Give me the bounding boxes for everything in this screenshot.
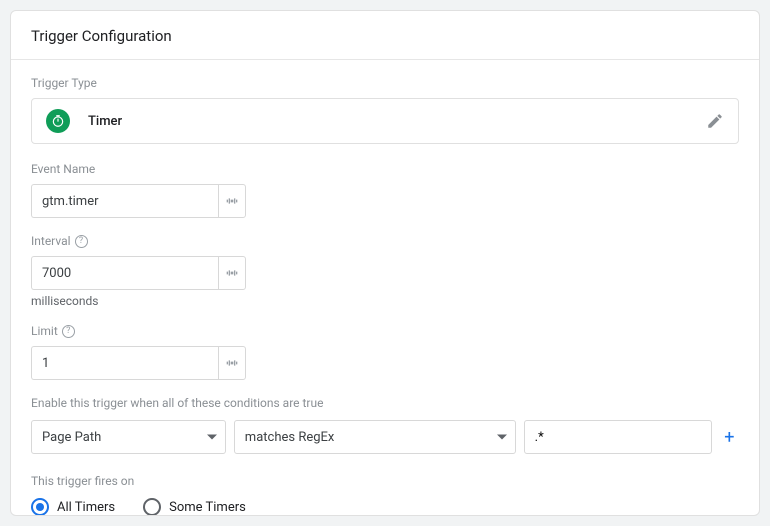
conditions-label: Enable this trigger when all of these co… <box>31 396 739 410</box>
trigger-type-label: Trigger Type <box>31 76 739 90</box>
fires-on-label: This trigger fires on <box>31 474 739 488</box>
limit-group: Limit ? <box>31 324 739 380</box>
interval-input[interactable] <box>31 256 218 290</box>
interval-variable-button[interactable] <box>218 256 246 290</box>
limit-label: Limit ? <box>31 324 739 338</box>
trigger-config-card: Trigger Configuration Trigger Type Timer… <box>10 10 760 516</box>
event-name-group: Event Name <box>31 162 739 218</box>
radio-some-timers[interactable]: Some Timers <box>143 498 246 516</box>
radio-all-timers[interactable]: All Timers <box>31 498 115 516</box>
card-title: Trigger Configuration <box>31 27 172 45</box>
trigger-type-name: Timer <box>88 114 122 129</box>
help-icon[interactable]: ? <box>75 235 88 248</box>
event-name-label: Event Name <box>31 162 739 176</box>
event-name-input[interactable] <box>31 184 218 218</box>
radio-indicator <box>143 498 161 516</box>
card-header: Trigger Configuration <box>11 11 759 60</box>
fires-on-radio-group: All Timers Some Timers <box>31 498 739 516</box>
card-body: Trigger Type Timer Event Name Interval <box>11 60 759 516</box>
condition-variable-select[interactable]: Page Path <box>31 420 226 454</box>
trigger-type-row[interactable]: Timer <box>31 98 739 144</box>
timer-icon <box>46 109 70 133</box>
variable-icon <box>224 355 240 371</box>
interval-label: Interval ? <box>31 234 739 248</box>
radio-indicator <box>31 498 49 516</box>
edit-icon[interactable] <box>706 112 724 130</box>
variable-icon <box>224 265 240 281</box>
help-icon[interactable]: ? <box>62 325 75 338</box>
limit-variable-button[interactable] <box>218 346 246 380</box>
conditions-row: Page Path matches RegEx + <box>31 420 739 454</box>
variable-icon <box>224 193 240 209</box>
event-name-variable-button[interactable] <box>218 184 246 218</box>
interval-unit-label: milliseconds <box>31 294 739 308</box>
chevron-down-icon <box>497 435 507 440</box>
interval-group: Interval ? milliseconds <box>31 234 739 308</box>
chevron-down-icon <box>207 435 217 440</box>
limit-input[interactable] <box>31 346 218 380</box>
add-condition-button[interactable]: + <box>720 427 739 447</box>
condition-operator-select[interactable]: matches RegEx <box>234 420 516 454</box>
condition-value-input[interactable] <box>524 420 712 454</box>
